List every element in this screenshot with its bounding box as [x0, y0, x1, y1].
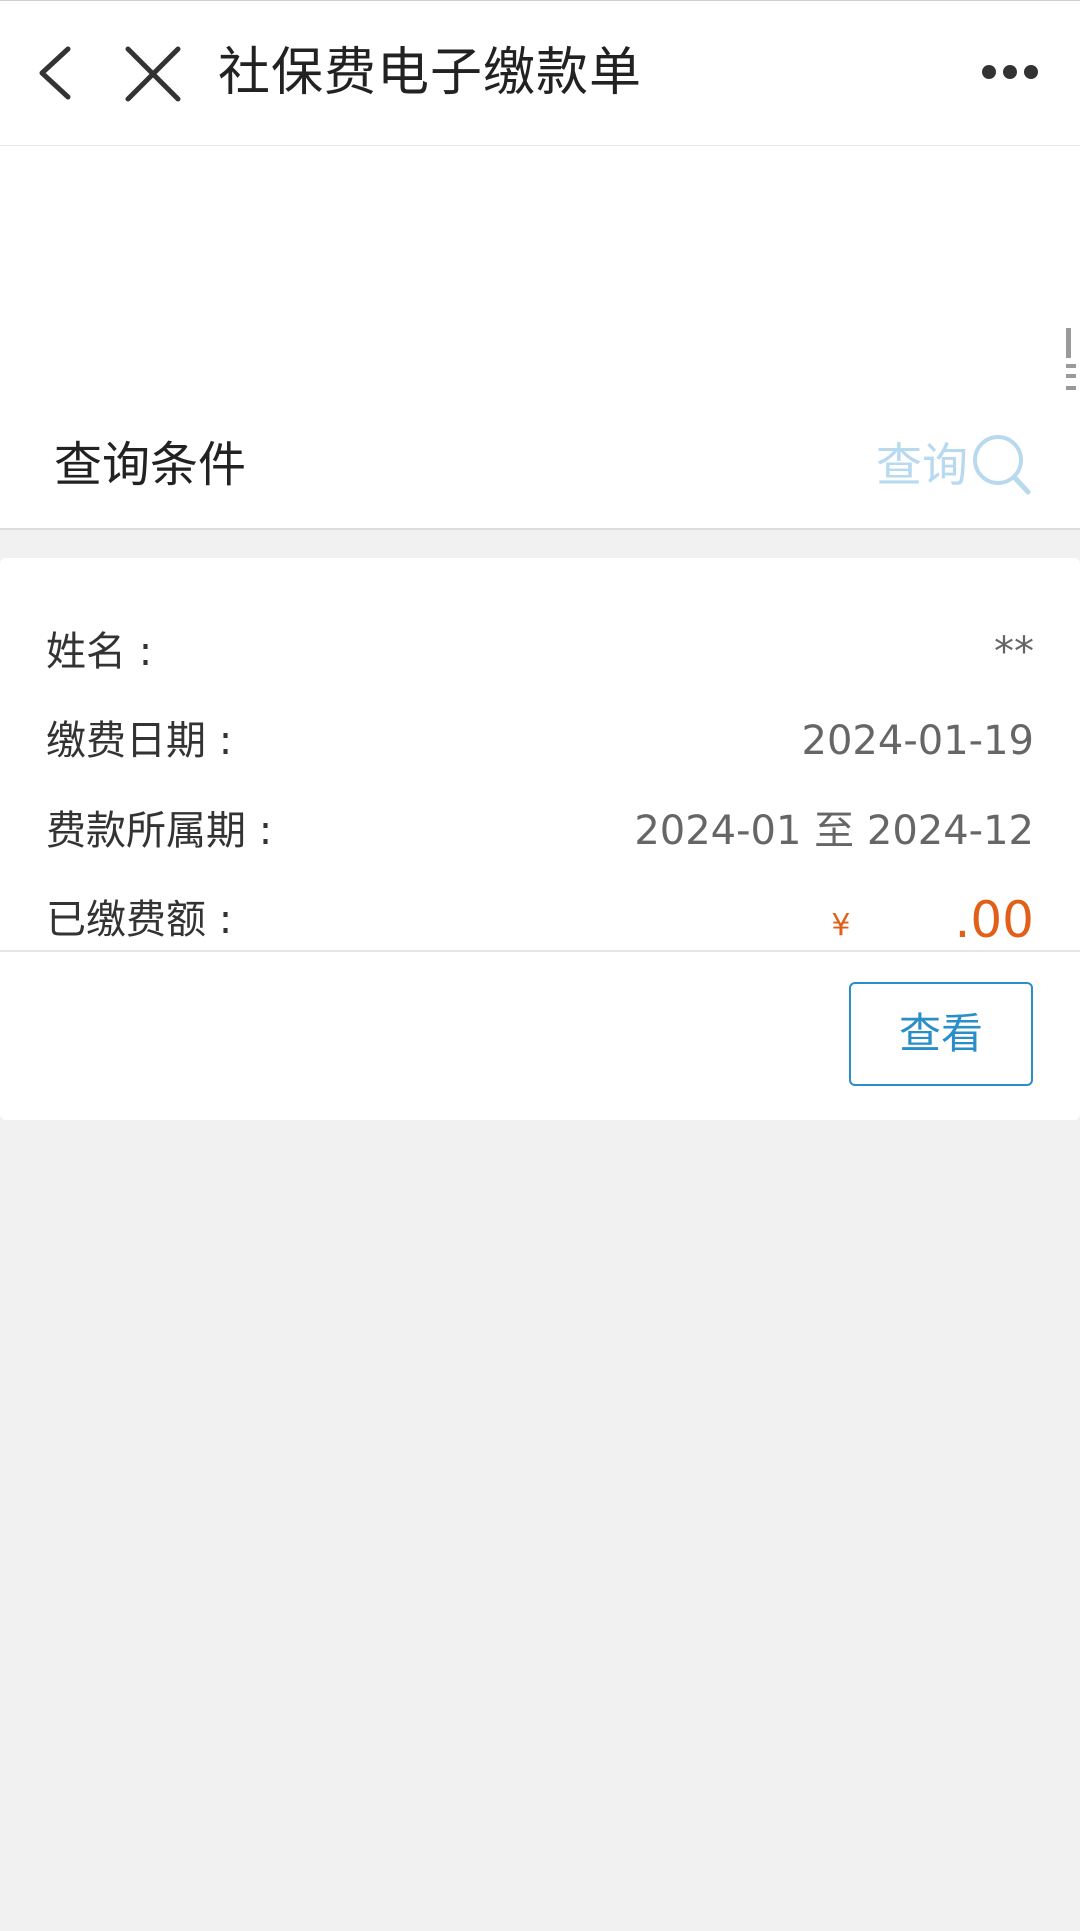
top-bar: 社保费电子缴款单 — [0, 0, 1080, 146]
payment-record-card: 姓名 : ** 缴费日期 : 2024-01-19 费款所属期 : 2024-0… — [0, 558, 1080, 1120]
section-divider — [0, 528, 1080, 530]
amount-decimals: .00 — [954, 891, 1034, 949]
scroll-indicator[interactable] — [1064, 324, 1078, 394]
redacted-amount — [854, 897, 955, 937]
more-horizontal-icon[interactable] — [980, 59, 1040, 85]
field-value-period: 2024-01 至 2024-12 — [634, 808, 1034, 854]
field-row-name: 姓名 : ** — [0, 616, 1080, 688]
field-label: 姓名 : — [46, 629, 153, 675]
card-divider — [0, 950, 1080, 952]
currency-symbol: ¥ — [831, 908, 851, 943]
field-row-payment-date: 缴费日期 : 2024-01-19 — [0, 705, 1080, 777]
field-label: 费款所属期 : — [46, 808, 273, 854]
field-label: 已缴费额 : — [46, 897, 233, 943]
query-button-label: 查询 — [876, 438, 968, 492]
query-button[interactable]: 查询 — [876, 430, 1034, 500]
close-icon[interactable] — [122, 43, 184, 105]
view-button[interactable]: 查看 — [849, 982, 1033, 1086]
field-value-name: ** — [994, 629, 1034, 675]
query-conditions-label: 查询条件 — [54, 437, 247, 493]
field-value-payment-date: 2024-01-19 — [801, 718, 1034, 764]
search-icon — [973, 435, 1031, 495]
chevron-left-icon[interactable] — [32, 43, 82, 103]
page-title: 社保费电子缴款单 — [218, 43, 643, 103]
field-label: 缴费日期 : — [46, 718, 233, 764]
field-row-amount: 已缴费额 : ¥ .00 — [0, 884, 1080, 956]
field-row-period: 费款所属期 : 2024-01 至 2024-12 — [0, 795, 1080, 867]
